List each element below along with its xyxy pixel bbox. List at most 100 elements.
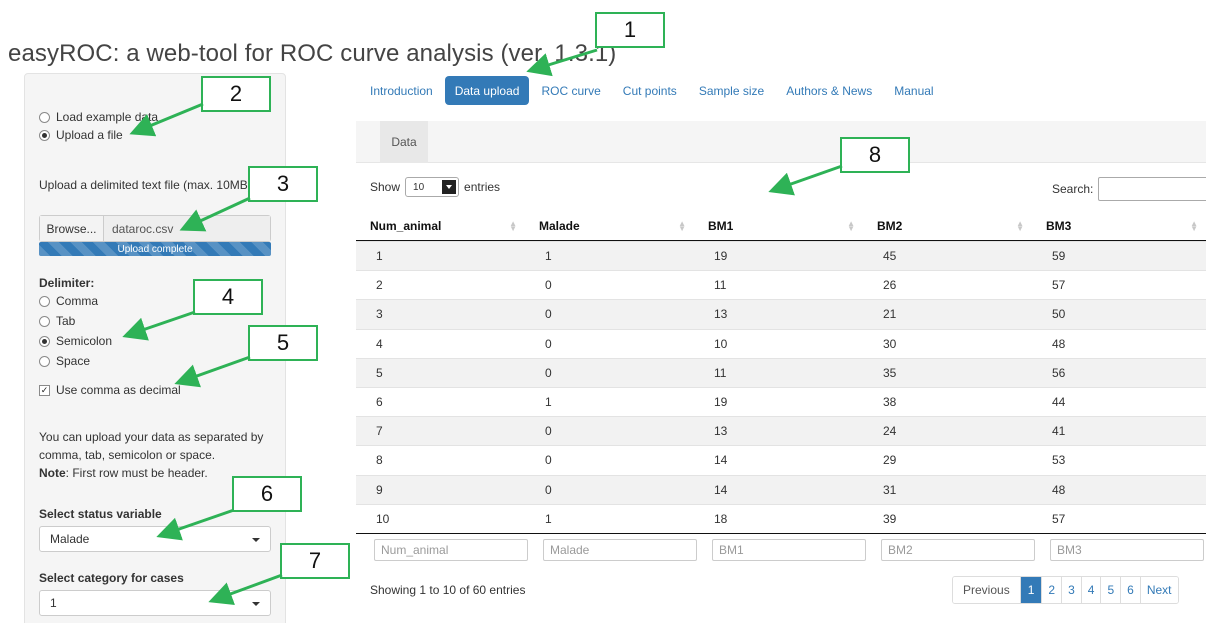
radio-delimiter-space[interactable]: Space <box>39 354 90 368</box>
table-cell: 7 <box>376 424 383 439</box>
column-header[interactable]: BM1 ▲ ▼ <box>694 211 863 241</box>
page-button[interactable]: 2 <box>1041 577 1062 603</box>
previous-page-button[interactable]: Previous <box>953 577 1020 603</box>
tab-introduction[interactable]: Introduction <box>360 76 443 105</box>
radio-icon[interactable] <box>39 355 50 367</box>
data-table: Num_animal ▲ ▼ Malade ▲ ▼ BM1 ▲ ▼ BM2 ▲ ▼ BM3 ▲ ▼ … <box>356 211 1206 567</box>
table-filter-row: Num_animal Malade BM1 BM2 BM3 <box>356 532 1206 567</box>
column-header[interactable]: BM2 ▲ ▼ <box>863 211 1032 241</box>
radio-label: Tab <box>56 314 76 328</box>
sort-icon: ▲ ▼ <box>847 218 855 233</box>
select-value: 10 <box>413 181 425 193</box>
radio-delimiter-tab[interactable]: Tab <box>39 314 75 328</box>
column-filter-input[interactable]: BM1 <box>712 539 866 562</box>
annotation-callout-7: 7 <box>280 543 350 579</box>
column-filter-input[interactable]: Malade <box>543 539 697 562</box>
note-text: Note: First row must be header. <box>39 466 208 480</box>
table-cell: 0 <box>545 453 552 468</box>
table-cell: 50 <box>1052 307 1066 322</box>
case-category-label: Select category for cases <box>39 571 184 585</box>
table-cell: 21 <box>883 307 897 322</box>
table-cell: 11 <box>714 278 727 293</box>
delimiter-label: Delimiter: <box>39 276 95 290</box>
tab-data[interactable]: Data <box>380 121 428 163</box>
radio-icon-selected[interactable] <box>39 335 50 347</box>
page-button[interactable]: 4 <box>1080 577 1101 603</box>
table-cell: 38 <box>883 395 897 410</box>
file-name-field: dataroc.csv <box>104 216 270 241</box>
case-category-select[interactable]: 1 <box>39 590 271 616</box>
table-cell: 0 <box>545 365 552 380</box>
table-cell: 6 <box>376 395 383 410</box>
table-cell: 19 <box>714 249 728 264</box>
upload-label: Upload a delimited text file (max. 10MB)… <box>39 178 256 192</box>
table-header: Num_animal ▲ ▼ Malade ▲ ▼ BM1 ▲ ▼ BM2 ▲ ▼ BM3 ▲ ▼ <box>356 211 1206 241</box>
search-control: Search: <box>1052 177 1206 201</box>
table-cell: 2 <box>376 278 383 293</box>
browse-button[interactable]: Browse... <box>40 216 104 241</box>
table-cell: 31 <box>883 482 897 497</box>
upload-progress-bar: Upload complete <box>39 242 271 256</box>
table-cell: 48 <box>1052 482 1066 497</box>
table-cell: 48 <box>1052 336 1066 351</box>
table-cell: 13 <box>714 424 728 439</box>
select-value: Malade <box>50 532 90 546</box>
radio-icon[interactable] <box>39 315 50 327</box>
tab-data-upload[interactable]: Data upload <box>444 76 530 105</box>
upload-progress-fill: Upload complete <box>39 242 271 256</box>
radio-load-example[interactable]: Load example data <box>39 110 158 124</box>
table-cell: 3 <box>376 307 383 322</box>
page-length-select[interactable]: 10 <box>405 177 460 197</box>
show-label: Show <box>370 180 401 194</box>
table-row: 8 0 14 29 53 <box>356 445 1206 474</box>
table-row: 7 0 13 24 41 <box>356 416 1206 446</box>
checkmark-icon[interactable]: ✓ <box>39 384 50 396</box>
status-variable-label: Select status variable <box>39 507 162 521</box>
table-cell: 10 <box>714 336 728 351</box>
column-header-label: Num_animal <box>370 218 442 233</box>
table-cell: 56 <box>1052 365 1066 380</box>
column-filter-input[interactable]: Num_animal <box>374 539 528 562</box>
column-header[interactable]: BM3 ▲ ▼ <box>1032 211 1206 241</box>
comma-decimal-checkbox[interactable]: ✓ Use comma as decimal <box>39 383 181 397</box>
table-cell: 11 <box>714 365 727 380</box>
tab-roc-curve[interactable]: ROC curve <box>531 76 610 105</box>
file-input[interactable]: Browse... dataroc.csv <box>39 215 271 242</box>
tab-authors-news[interactable]: Authors & News <box>776 76 882 105</box>
tab-cut-points[interactable]: Cut points <box>613 76 687 105</box>
page-button[interactable]: 5 <box>1100 577 1121 603</box>
sidebar-panel: Load example data Upload a file Upload a… <box>24 73 286 623</box>
status-variable-select[interactable]: Malade <box>39 526 271 552</box>
radio-icon[interactable] <box>39 295 50 307</box>
app-title: easyROC: a web-tool for ROC curve analys… <box>8 40 617 67</box>
column-header[interactable]: Num_animal ▲ ▼ <box>356 211 525 241</box>
annotation-callout-6: 6 <box>232 476 302 512</box>
annotation-callout-3: 3 <box>248 166 318 202</box>
table-cell: 14 <box>714 482 728 497</box>
column-header[interactable]: Malade ▲ ▼ <box>525 211 694 241</box>
next-page-button[interactable]: Next <box>1139 577 1178 603</box>
radio-icon[interactable] <box>39 111 50 123</box>
page-button[interactable]: 3 <box>1061 577 1081 603</box>
radio-delimiter-comma[interactable]: Comma <box>39 294 98 308</box>
page-length-control: Show 10 entries <box>370 177 500 197</box>
table-cell: 1 <box>376 249 383 264</box>
column-filter-input[interactable]: BM2 <box>881 539 1035 562</box>
search-label: Search: <box>1052 182 1094 196</box>
radio-icon-selected[interactable] <box>39 129 50 141</box>
search-input[interactable] <box>1098 177 1206 201</box>
sort-icon: ▲ ▼ <box>1016 218 1024 233</box>
table-cell: 39 <box>883 511 897 526</box>
select-value: 1 <box>50 596 57 610</box>
radio-upload-file[interactable]: Upload a file <box>39 128 123 142</box>
table-row: 1 1 19 45 59 <box>356 241 1206 271</box>
column-header-label: BM3 <box>1046 218 1072 233</box>
column-header-label: BM1 <box>708 218 734 233</box>
tab-manual[interactable]: Manual <box>884 76 943 105</box>
page-button[interactable]: 6 <box>1120 577 1140 603</box>
radio-delimiter-semicolon[interactable]: Semicolon <box>39 334 112 348</box>
entries-label: entries <box>464 180 501 194</box>
page-button-active[interactable]: 1 <box>1019 577 1042 603</box>
tab-sample-size[interactable]: Sample size <box>689 76 774 105</box>
column-filter-input[interactable]: BM3 <box>1050 539 1204 562</box>
